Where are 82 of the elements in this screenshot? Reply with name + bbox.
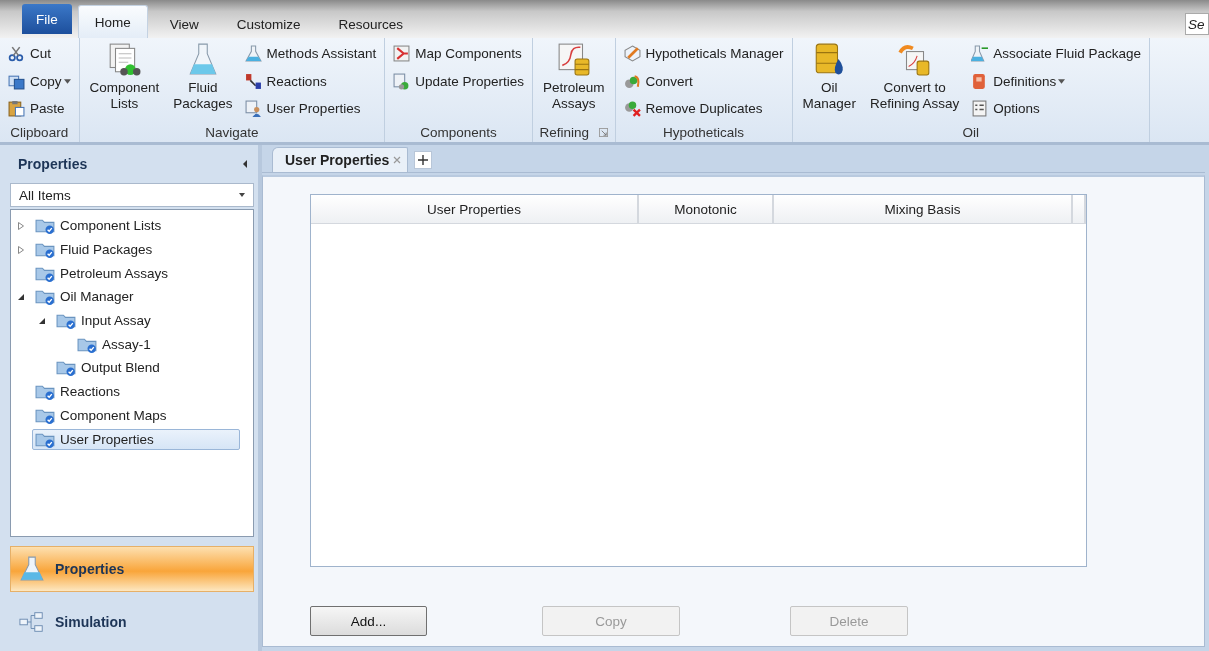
tree-item[interactable]: User Properties bbox=[32, 428, 240, 450]
ribbon-button[interactable]: Options bbox=[969, 95, 1144, 123]
filter-dropdown[interactable]: All Items bbox=[10, 183, 254, 207]
tree-item[interactable]: Fluid Packages bbox=[32, 239, 158, 261]
group-label: Refining bbox=[539, 124, 589, 140]
ribbon-button[interactable]: Oil Manager bbox=[798, 40, 860, 123]
expanded-icon[interactable] bbox=[17, 292, 25, 301]
document-tab[interactable]: User Properties bbox=[272, 147, 409, 172]
panel-title: Properties bbox=[18, 156, 88, 172]
ribbon-tab[interactable]: Home bbox=[77, 5, 148, 38]
pencil-icon bbox=[623, 45, 641, 63]
ribbon-tab[interactable]: Customize bbox=[220, 10, 317, 38]
ribbon-button[interactable]: Paste bbox=[6, 95, 73, 123]
arrow-icon bbox=[244, 72, 262, 90]
ribbon-button[interactable]: Remove Duplicates bbox=[621, 95, 786, 123]
flask-icon bbox=[19, 556, 45, 582]
folder-check-icon bbox=[35, 241, 56, 259]
column-header[interactable]: Mixing Basis bbox=[774, 195, 1073, 224]
folder-check-icon bbox=[56, 312, 77, 330]
molecule-icon bbox=[623, 100, 641, 118]
caret-icon bbox=[239, 193, 245, 197]
tree-item[interactable]: Output Blend bbox=[53, 357, 165, 379]
tree-item[interactable]: Input Assay bbox=[53, 310, 156, 332]
tree-item[interactable]: Oil Manager bbox=[32, 286, 139, 308]
molecule-icon bbox=[623, 72, 641, 90]
ribbon-button[interactable]: Hypotheticals Manager bbox=[621, 40, 786, 68]
ribbon-button[interactable]: Copy bbox=[6, 67, 73, 95]
ribbon-button[interactable]: Fluid Packages bbox=[169, 40, 237, 123]
group-label: Clipboard bbox=[10, 124, 69, 140]
column-header[interactable]: Monotonic bbox=[639, 195, 774, 224]
group-label: Oil bbox=[962, 124, 980, 140]
ribbon-button[interactable]: Reactions bbox=[242, 67, 379, 95]
ribbon-button[interactable]: Petroleum Assays bbox=[539, 40, 609, 122]
ribbon-tab[interactable]: View bbox=[153, 10, 215, 38]
ribbon-button[interactable]: Methods Assistant bbox=[242, 40, 379, 68]
ribbon-button[interactable]: Cut bbox=[6, 40, 73, 68]
chart-barrel-icon bbox=[556, 42, 591, 76]
collapse-icon[interactable] bbox=[242, 160, 248, 168]
collapsed-icon[interactable] bbox=[17, 245, 25, 254]
tree-item[interactable]: Component Lists bbox=[32, 215, 167, 237]
folder-check-icon bbox=[35, 288, 56, 306]
group-label: Components bbox=[420, 124, 497, 140]
ribbon-button[interactable]: Definitions bbox=[969, 67, 1144, 95]
document-stack-icon bbox=[107, 42, 142, 76]
tree-item[interactable]: Component Maps bbox=[32, 404, 172, 426]
expanded-icon[interactable] bbox=[38, 316, 46, 325]
column-header[interactable]: User Properties bbox=[311, 195, 639, 224]
ribbon-tab[interactable]: Resources bbox=[322, 10, 420, 38]
ribbon-button[interactable]: Map Components bbox=[391, 40, 526, 68]
ribbon-tab[interactable]: File bbox=[22, 4, 72, 34]
add-tab-icon[interactable] bbox=[414, 151, 433, 169]
collapsed-icon[interactable] bbox=[17, 221, 25, 230]
ribbon-button[interactable]: User Properties bbox=[242, 95, 379, 123]
ribbon-button[interactable]: Component Lists bbox=[85, 40, 164, 123]
folder-check-icon bbox=[35, 383, 56, 401]
close-icon[interactable] bbox=[393, 156, 402, 164]
tree-item[interactable]: Assay-1 bbox=[74, 333, 156, 355]
folder-check-icon bbox=[56, 359, 77, 377]
ribbon-button[interactable]: Associate Fluid Package bbox=[969, 40, 1144, 68]
scissors-icon bbox=[8, 45, 25, 63]
group-label: Hypotheticals bbox=[663, 124, 745, 140]
tree-item[interactable]: Petroleum Assays bbox=[32, 262, 174, 284]
nav-button[interactable]: Simulation bbox=[10, 599, 254, 645]
dialog-launcher-icon[interactable] bbox=[599, 127, 608, 137]
document-icon bbox=[393, 72, 411, 90]
clipboard-icon bbox=[8, 100, 25, 118]
ribbon-button[interactable]: Convert bbox=[621, 67, 786, 95]
ribbon-button[interactable]: Update Properties bbox=[391, 67, 526, 95]
mapping-icon bbox=[393, 45, 411, 63]
flask-icon bbox=[971, 45, 989, 63]
tree-item[interactable]: Reactions bbox=[32, 381, 126, 403]
flask-icon bbox=[244, 45, 262, 63]
user-document-icon bbox=[244, 100, 262, 118]
flowchart-icon bbox=[19, 609, 45, 635]
group-label: Navigate bbox=[205, 124, 259, 140]
nav-button[interactable]: Properties bbox=[10, 546, 254, 592]
search-field[interactable]: Se bbox=[1185, 13, 1209, 35]
list-icon bbox=[971, 100, 989, 118]
folder-check-icon bbox=[35, 217, 56, 235]
action-button[interactable]: Add... bbox=[310, 606, 427, 636]
chart-barrel-icon bbox=[897, 42, 932, 76]
ribbon-button[interactable]: Convert to Refining Assay bbox=[865, 40, 964, 123]
